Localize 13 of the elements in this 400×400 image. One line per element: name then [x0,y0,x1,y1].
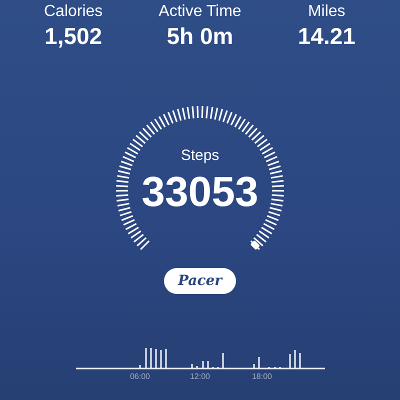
stat-label: Active Time [158,2,242,22]
time-label: 12:00 [190,372,210,379]
stat-label: Calories [44,2,103,22]
time-label: 18:00 [252,372,272,379]
steps-label: Steps [180,146,220,166]
progress-marker [250,240,260,250]
steps-count: 33053 [142,168,258,216]
stat-value: 1,502 [44,22,102,50]
stat-label: Miles [308,2,346,22]
time-label: 06:00 [130,372,150,379]
stat-value: 14.21 [298,22,356,50]
pacer-button[interactable]: Pacer [164,268,236,294]
stat-value: 5h 0m [166,22,234,50]
